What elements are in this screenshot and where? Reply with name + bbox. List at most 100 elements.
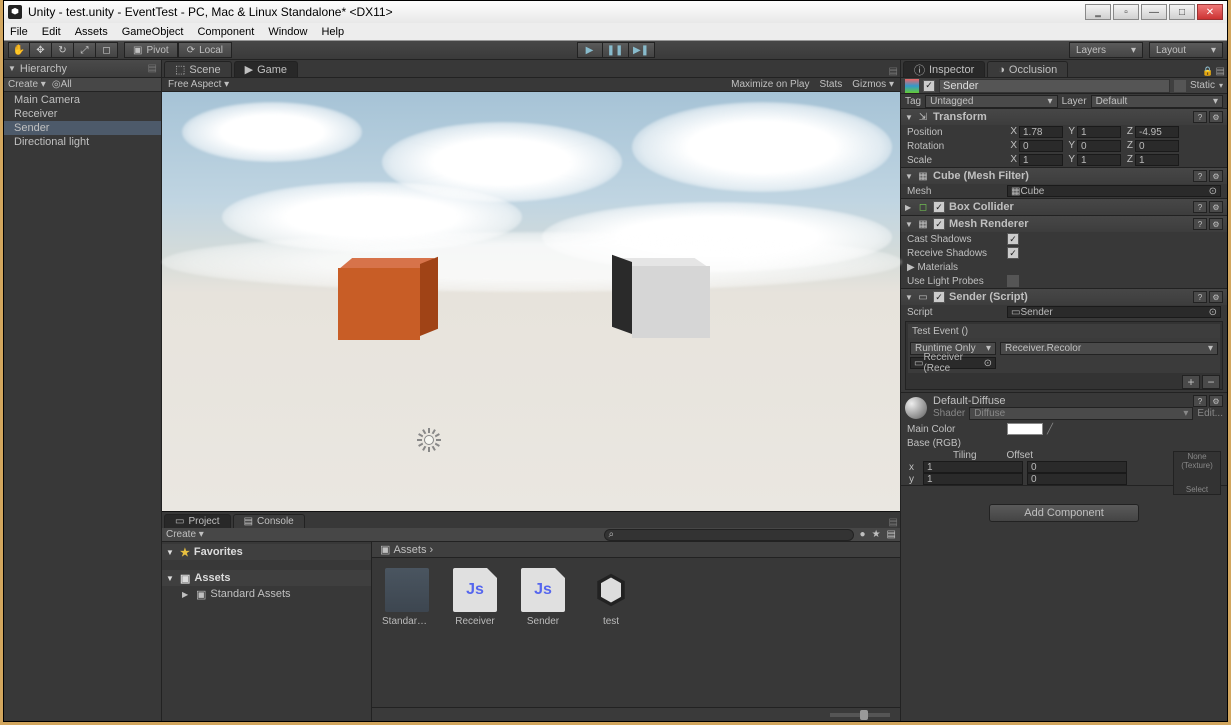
asset-item[interactable]: Js Sender xyxy=(518,568,568,627)
tree-item-standard-assets[interactable]: ▶▣Standard Assets xyxy=(162,586,371,602)
stats-toggle[interactable]: Stats xyxy=(819,79,842,90)
window-close-button[interactable]: ✕ xyxy=(1197,4,1223,20)
project-search-input[interactable]: ⌕ xyxy=(604,529,854,541)
tab-occlusion[interactable]: ◑Occlusion xyxy=(987,61,1068,77)
rotation-y-field[interactable]: 0 xyxy=(1077,140,1121,152)
rotation-x-field[interactable]: 0 xyxy=(1019,140,1063,152)
tool-scale-button[interactable]: ⤢ xyxy=(74,42,96,58)
position-z-field[interactable]: -4.95 xyxy=(1135,126,1179,138)
project-thumbnail-size-slider[interactable] xyxy=(372,707,900,721)
step-button[interactable]: ▶❚ xyxy=(629,42,655,58)
tiling-y-field[interactable]: 1 xyxy=(923,473,1023,485)
tool-move-button[interactable]: ✥ xyxy=(30,42,52,58)
active-checkbox[interactable]: ✓ xyxy=(923,80,935,92)
game-viewport[interactable] xyxy=(162,92,900,511)
window-maximize-button[interactable]: □ xyxy=(1169,4,1195,20)
help-icon[interactable]: ? xyxy=(1193,395,1207,407)
lightprobes-checkbox[interactable] xyxy=(1007,275,1019,287)
script-enabled-checkbox[interactable]: ✓ xyxy=(933,291,945,303)
tool-rotate-button[interactable]: ↻ xyxy=(52,42,74,58)
materials-foldout[interactable]: ▶ Materials xyxy=(907,262,1003,273)
gear-icon[interactable]: ⚙ xyxy=(1209,111,1223,123)
project-breadcrumb[interactable]: ▣ Assets › xyxy=(372,542,900,558)
layers-dropdown[interactable]: Layers▾ xyxy=(1069,42,1143,58)
position-x-field[interactable]: 1.78 xyxy=(1019,126,1063,138)
gear-icon[interactable]: ⚙ xyxy=(1209,395,1223,407)
tiling-x-field[interactable]: 1 xyxy=(923,461,1023,473)
tag-dropdown[interactable]: Untagged▾ xyxy=(925,95,1057,108)
event-remove-button[interactable]: − xyxy=(1202,375,1220,389)
asset-item[interactable]: Js Receiver xyxy=(450,568,500,627)
component-meshfilter-header[interactable]: ▼▦ Cube (Mesh Filter) ?⚙ xyxy=(901,168,1227,184)
offset-x-field[interactable]: 0 xyxy=(1027,461,1127,473)
handle-pivot-toggle[interactable]: ▣Pivot xyxy=(124,42,178,58)
hierarchy-filter-all[interactable]: ◎All xyxy=(52,79,72,90)
gear-icon[interactable]: ⚙ xyxy=(1209,201,1223,213)
help-icon[interactable]: ? xyxy=(1193,291,1207,303)
save-search-icon[interactable]: ★ xyxy=(872,529,881,540)
receiveshadows-checkbox[interactable]: ✓ xyxy=(1007,247,1019,259)
help-icon[interactable]: ? xyxy=(1193,111,1207,123)
panel-options-icon[interactable]: ▤ xyxy=(1216,66,1225,77)
layer-dropdown[interactable]: Default▾ xyxy=(1091,95,1223,108)
component-script-header[interactable]: ▼▭ ✓ Sender (Script) ?⚙ xyxy=(901,289,1227,305)
tab-console[interactable]: ▤Console xyxy=(233,514,305,528)
menu-edit[interactable]: Edit xyxy=(42,26,61,38)
aspect-dropdown[interactable]: Free Aspect ▾ xyxy=(168,79,229,90)
main-color-field[interactable] xyxy=(1007,423,1043,435)
gizmos-dropdown[interactable]: Gizmos ▾ xyxy=(852,79,894,90)
texture-slot[interactable]: None (Texture)Select xyxy=(1173,451,1221,495)
window-minimize-small-button[interactable]: ‗ xyxy=(1085,4,1111,20)
hierarchy-item-selected[interactable]: Sender xyxy=(4,121,161,135)
hierarchy-item[interactable]: Directional light xyxy=(4,135,161,149)
event-callback-dropdown[interactable]: Receiver.Recolor▾ xyxy=(1000,342,1218,355)
filter-icon[interactable]: ● xyxy=(860,529,866,540)
object-name-input[interactable] xyxy=(939,79,1170,93)
hierarchy-item[interactable]: Main Camera xyxy=(4,93,161,107)
tool-hand-button[interactable]: ✋ xyxy=(8,42,30,58)
assets-root-header[interactable]: ▼▣Assets xyxy=(162,570,371,586)
layout-toggle-icon[interactable]: ▤ xyxy=(887,529,896,540)
add-component-button[interactable]: Add Component xyxy=(989,504,1139,522)
mesh-field[interactable]: ▦ Cube⊙ xyxy=(1007,185,1221,197)
menu-assets[interactable]: Assets xyxy=(75,26,108,38)
handle-local-toggle[interactable]: ⟳Local xyxy=(178,42,232,58)
gear-icon[interactable]: ⚙ xyxy=(1209,291,1223,303)
panel-options-icon[interactable]: ▤ xyxy=(889,66,898,77)
window-restore-small-button[interactable]: ▫ xyxy=(1113,4,1139,20)
pause-button[interactable]: ❚❚ xyxy=(603,42,629,58)
panel-options-icon[interactable]: ▤ xyxy=(889,517,898,528)
help-icon[interactable]: ? xyxy=(1193,218,1207,230)
favorites-header[interactable]: ▼★Favorites xyxy=(162,544,371,560)
material-edit-button[interactable]: Edit... xyxy=(1197,408,1223,419)
scale-z-field[interactable]: 1 xyxy=(1135,154,1179,166)
hierarchy-panel-header[interactable]: ▼ Hierarchy ▤ xyxy=(4,60,161,78)
component-meshrenderer-header[interactable]: ▼▦ ✓ Mesh Renderer ?⚙ xyxy=(901,216,1227,232)
menu-gameobject[interactable]: GameObject xyxy=(122,26,184,38)
tool-rect-button[interactable]: ◻ xyxy=(96,42,118,58)
panel-options-icon[interactable]: ▤ xyxy=(148,63,157,74)
component-boxcollider-header[interactable]: ▶◻ ✓ Box Collider ?⚙ xyxy=(901,199,1227,215)
gear-icon[interactable]: ⚙ xyxy=(1209,170,1223,182)
offset-y-field[interactable]: 0 xyxy=(1027,473,1127,485)
event-target-field[interactable]: ▭ Receiver (Rece ⊙ xyxy=(910,357,996,369)
component-transform-header[interactable]: ▼ ⇲ Transform ?⚙ xyxy=(901,109,1227,125)
scale-y-field[interactable]: 1 xyxy=(1077,154,1121,166)
meshrenderer-enabled-checkbox[interactable]: ✓ xyxy=(933,218,945,230)
menu-component[interactable]: Component xyxy=(197,26,254,38)
script-field[interactable]: ▭ Sender⊙ xyxy=(1007,306,1221,318)
position-y-field[interactable]: 1 xyxy=(1077,126,1121,138)
tab-scene[interactable]: ⬚Scene xyxy=(164,61,232,77)
help-icon[interactable]: ? xyxy=(1193,170,1207,182)
boxcollider-enabled-checkbox[interactable]: ✓ xyxy=(933,201,945,213)
menu-help[interactable]: Help xyxy=(321,26,344,38)
lock-icon[interactable]: 🔒 xyxy=(1202,66,1213,77)
menu-window[interactable]: Window xyxy=(268,26,307,38)
castshadows-checkbox[interactable]: ✓ xyxy=(1007,233,1019,245)
asset-item[interactable]: Standard A.. xyxy=(382,568,432,627)
event-add-button[interactable]: + xyxy=(1182,375,1200,389)
asset-item[interactable]: test xyxy=(586,568,636,627)
static-checkbox[interactable] xyxy=(1174,80,1186,92)
rotation-z-field[interactable]: 0 xyxy=(1135,140,1179,152)
play-button[interactable]: ▶ xyxy=(577,42,603,58)
